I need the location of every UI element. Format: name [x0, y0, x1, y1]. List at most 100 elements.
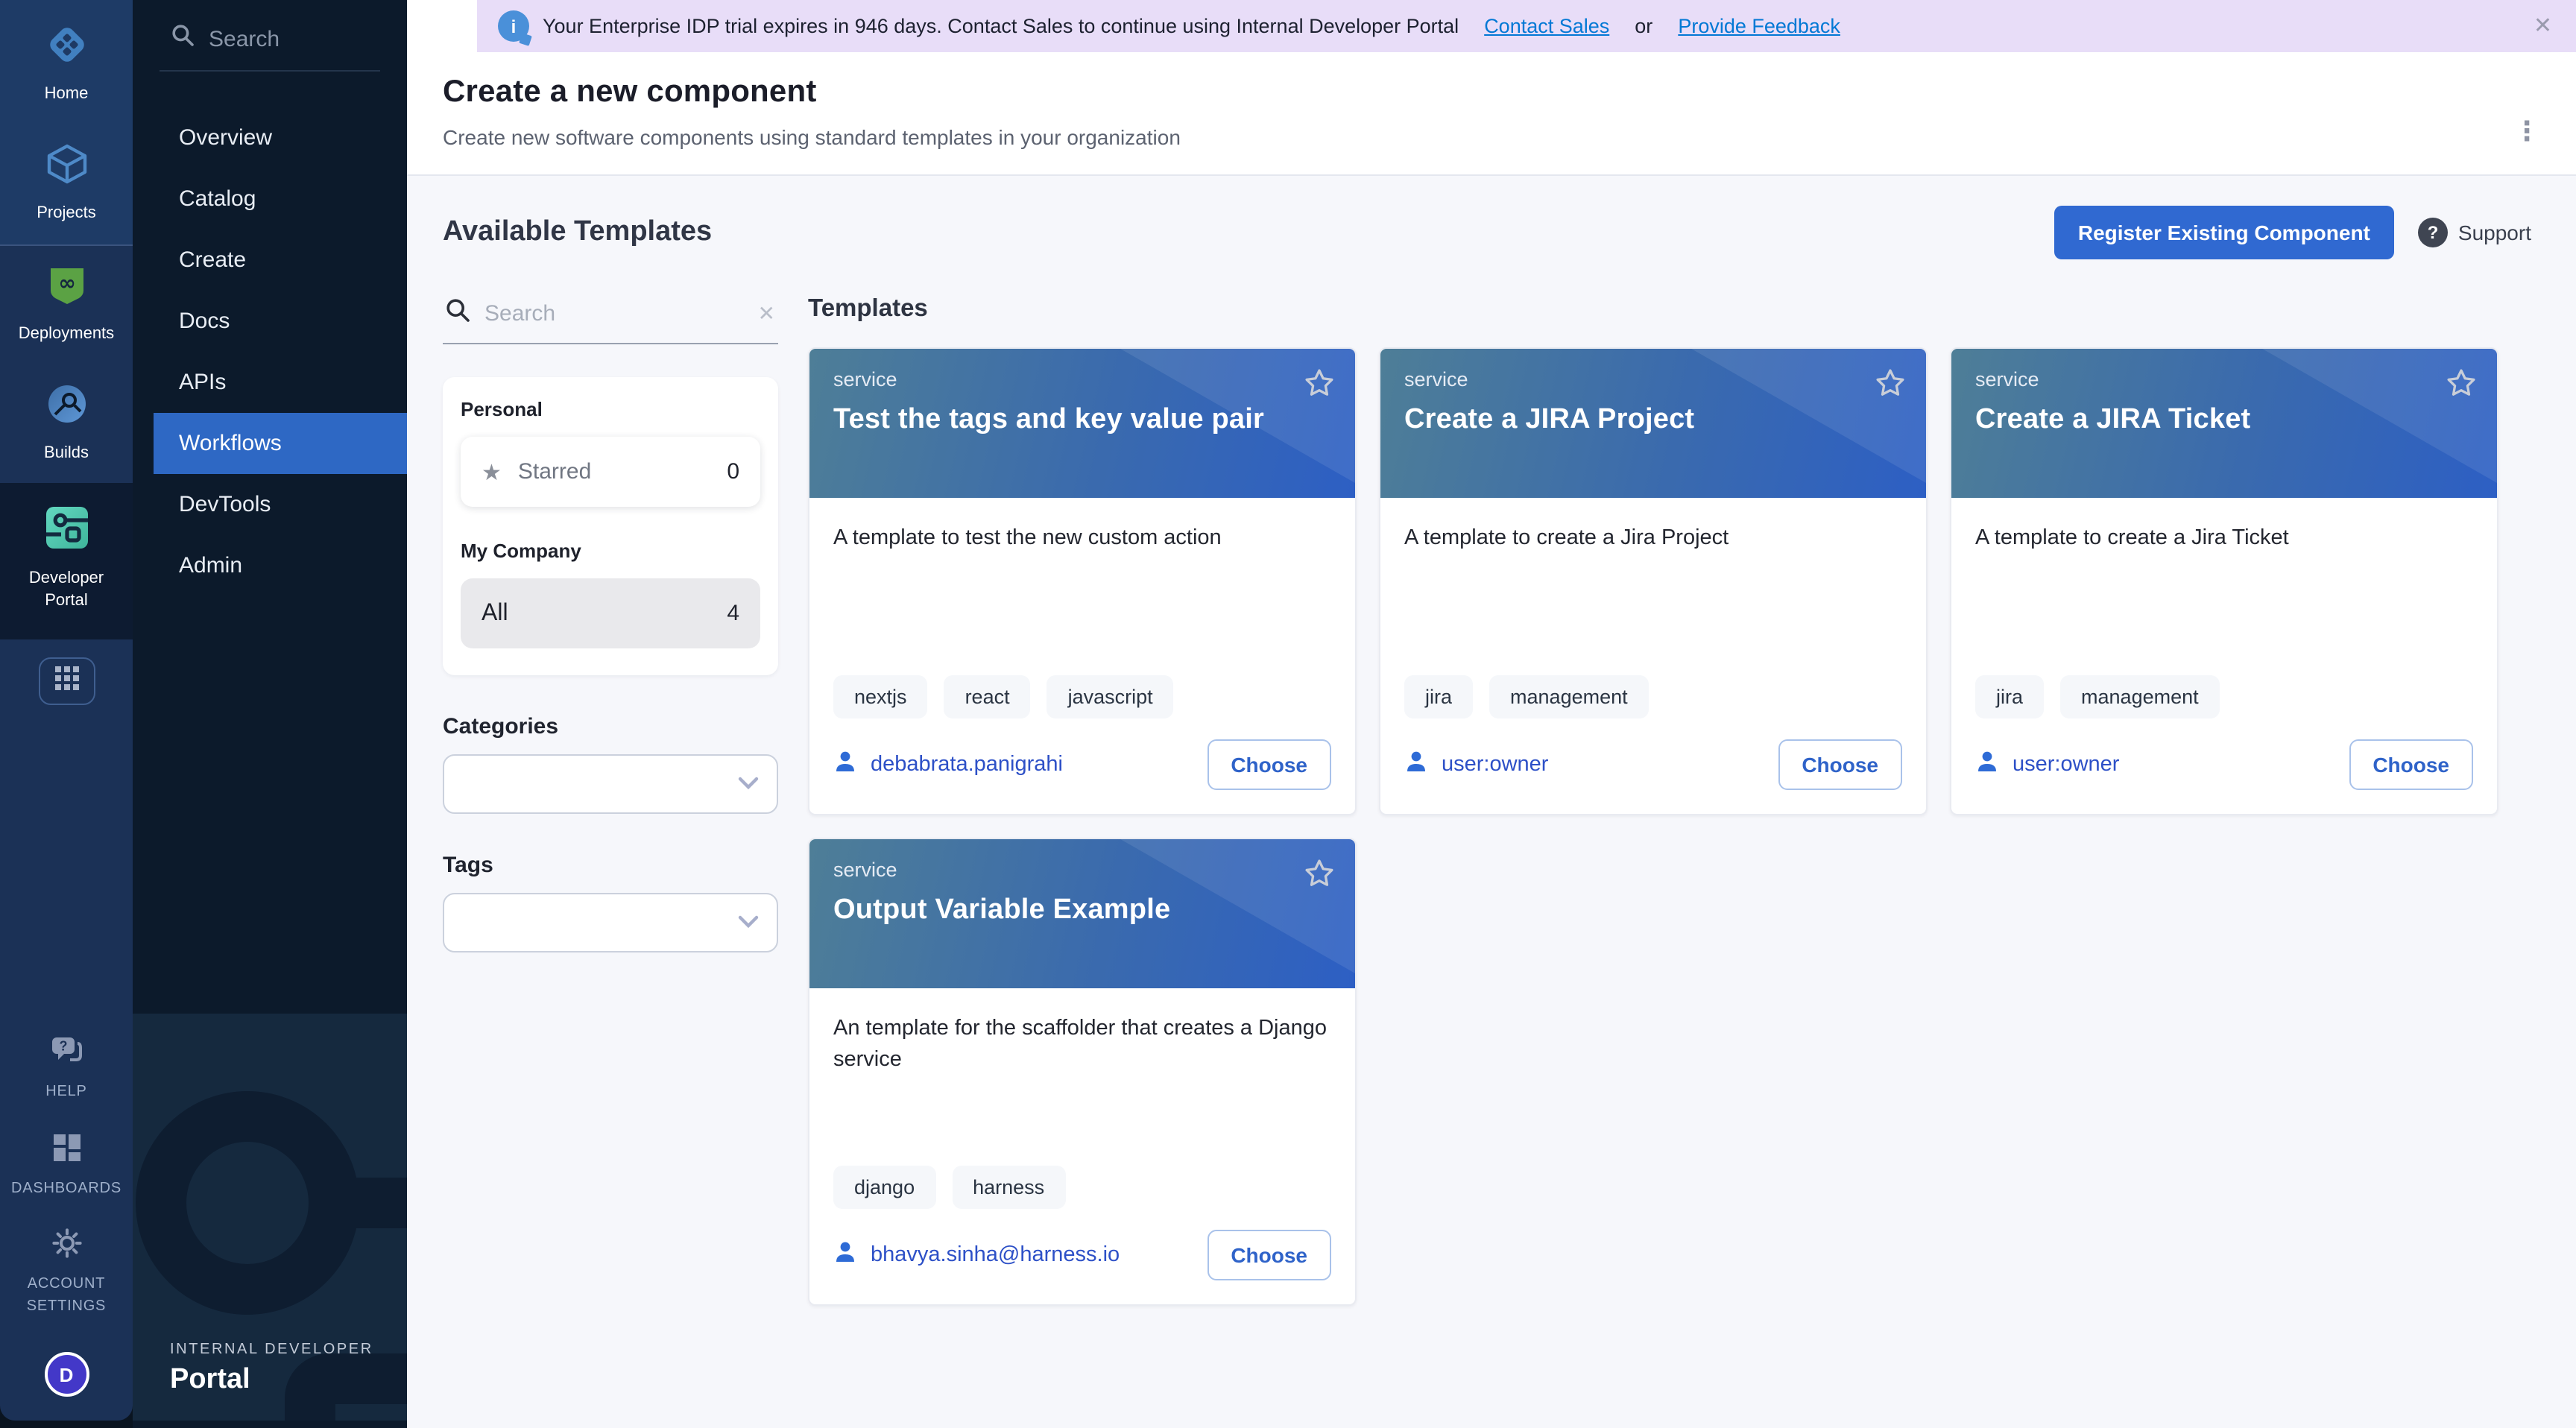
template-search-input[interactable]: Search ✕ — [443, 295, 778, 344]
trial-banner: i Your Enterprise IDP trial expires in 9… — [477, 0, 2576, 52]
page-header: Create a new component Create new softwa… — [407, 52, 2576, 174]
card-footer: bhavya.sinha@harness.io Choose — [809, 1209, 1355, 1304]
main-panel: i Your Enterprise IDP trial expires in 9… — [407, 0, 2576, 1428]
support-button[interactable]: ? Support — [2418, 218, 2531, 247]
register-existing-component-button[interactable]: Register Existing Component — [2054, 206, 2394, 259]
sidenav-item-overview[interactable]: Overview — [133, 107, 407, 168]
starred-label: Starred — [518, 459, 591, 484]
categories-label: Categories — [443, 714, 778, 739]
decorative-bar — [353, 1178, 407, 1228]
svg-text:?: ? — [59, 1039, 67, 1054]
chevron-down-icon — [738, 909, 759, 936]
divider — [160, 70, 380, 72]
rail-item-deployments[interactable]: ∞ Deployments — [0, 245, 133, 364]
sidenav-item-workflows[interactable]: Workflows — [154, 413, 407, 474]
help-button[interactable]: ? HELP — [0, 1021, 133, 1117]
clear-search-icon[interactable]: ✕ — [758, 301, 775, 326]
categories-select[interactable] — [443, 754, 778, 814]
content-toolbar: Available Templates Register Existing Co… — [443, 206, 2531, 259]
chevron-down-icon — [738, 771, 759, 797]
banner-close-icon[interactable]: ✕ — [2534, 15, 2552, 37]
card-tags: nextjs react javascript — [833, 675, 1331, 718]
card-footer: debabrata.panigrahi Choose — [809, 718, 1355, 814]
tags-select[interactable] — [443, 893, 778, 952]
rail-item-projects[interactable]: Projects — [0, 125, 133, 244]
rail-item-label: Developer Portal — [20, 569, 113, 613]
all-label: All — [482, 600, 508, 627]
provide-feedback-link[interactable]: Provide Feedback — [1678, 15, 1840, 37]
owner-link[interactable]: debabrata.panigrahi — [871, 753, 1063, 777]
kebab-menu-icon[interactable]: ⋮ — [2513, 118, 2540, 145]
account-settings-label: ACCOUNT SETTINGS — [20, 1274, 113, 1318]
sidenav-item-docs[interactable]: Docs — [133, 291, 407, 352]
tag-pill: react — [944, 675, 1031, 718]
sidenav-items: Overview Catalog Create Docs APIs Workfl… — [133, 107, 407, 596]
module-rail: Home Projects ∞ Deployments — [0, 0, 133, 1421]
star-outline-icon[interactable] — [1874, 367, 1907, 407]
help-label: HELP — [45, 1082, 86, 1104]
choose-button[interactable]: Choose — [1207, 1230, 1331, 1280]
card-header: service Test the tags and key value pair — [809, 349, 1355, 498]
tag-pill: jira — [1975, 675, 2044, 718]
gear-icon — [50, 1227, 83, 1267]
card-description: A template to create a Jira Project — [1404, 523, 1902, 555]
card-type: service — [833, 368, 1331, 391]
person-icon — [1404, 749, 1428, 780]
owner-link[interactable]: user:owner — [1442, 753, 1548, 777]
personal-label: Personal — [461, 398, 760, 420]
grid-icon — [54, 666, 78, 697]
question-mark-icon: ? — [2418, 218, 2448, 247]
toolbar-actions: Register Existing Component ? Support — [2054, 206, 2531, 259]
star-outline-icon[interactable] — [2445, 367, 2478, 407]
templates-grid: service Test the tags and key value pair… — [808, 347, 2531, 1306]
rail-item-developer-portal[interactable]: Developer Portal — [0, 484, 133, 639]
tag-pill: harness — [952, 1166, 1065, 1209]
idp-sidenav: Search Overview Catalog Create Docs APIs… — [133, 0, 407, 1428]
rail-group-top: Home Projects — [0, 0, 133, 244]
sidenav-brand: INTERNAL DEVELOPER Portal — [170, 1342, 373, 1397]
user-avatar[interactable]: D — [44, 1352, 89, 1397]
contact-sales-link[interactable]: Contact Sales — [1484, 15, 1609, 37]
person-icon — [833, 749, 857, 780]
module-grid-button[interactable] — [38, 657, 95, 705]
rail-item-label: Home — [45, 83, 89, 106]
sidenav-item-catalog[interactable]: Catalog — [133, 168, 407, 230]
banner-message: Your Enterprise IDP trial expires in 946… — [543, 15, 1459, 37]
search-icon — [171, 24, 194, 54]
star-outline-icon[interactable] — [1303, 367, 1336, 407]
support-label: Support — [2458, 221, 2531, 244]
owner-link[interactable]: user:owner — [2012, 753, 2119, 777]
choose-button[interactable]: Choose — [1207, 739, 1331, 790]
sidenav-item-create[interactable]: Create — [133, 230, 407, 291]
template-card: service Test the tags and key value pair… — [808, 347, 1357, 815]
dashboards-button[interactable]: DASHBOARDS — [0, 1117, 133, 1213]
choose-button[interactable]: Choose — [2349, 739, 2473, 790]
sidenav-item-devtools[interactable]: DevTools — [133, 474, 407, 535]
filters-panel: Search ✕ Personal ★ Starred 0 My Company — [443, 295, 778, 1306]
all-filter-row[interactable]: All 4 — [461, 578, 760, 648]
template-card: service Output Variable Example An templ… — [808, 838, 1357, 1306]
star-outline-icon[interactable] — [1303, 857, 1336, 897]
card-description: An template for the scaffolder that crea… — [833, 1014, 1331, 1076]
tag-pill: javascript — [1047, 675, 1174, 718]
starred-filter-row[interactable]: ★ Starred 0 — [461, 437, 760, 507]
sidenav-search[interactable]: Search — [133, 0, 407, 70]
sidenav-item-admin[interactable]: Admin — [133, 535, 407, 596]
rail-item-builds[interactable]: Builds — [0, 364, 133, 484]
svg-text:∞: ∞ — [57, 270, 75, 294]
template-card: service Create a JIRA Ticket A template … — [1950, 347, 2498, 815]
rail-grid-section — [0, 639, 133, 726]
brand-title: Portal — [170, 1364, 373, 1397]
rail-item-home[interactable]: Home — [0, 6, 133, 125]
card-body: A template to test the new custom action… — [809, 498, 1355, 718]
content-body: Search ✕ Personal ★ Starred 0 My Company — [443, 295, 2531, 1306]
choose-button[interactable]: Choose — [1778, 739, 1902, 790]
rail-item-label: Builds — [44, 442, 89, 464]
card-header: service Create a JIRA Project — [1380, 349, 1926, 498]
card-footer: user:owner Choose — [1951, 718, 2497, 814]
card-tags: jira management — [1975, 675, 2473, 718]
owner-link[interactable]: bhavya.sinha@harness.io — [871, 1243, 1120, 1267]
sidenav-item-apis[interactable]: APIs — [133, 352, 407, 413]
card-description: A template to create a Jira Ticket — [1975, 523, 2473, 555]
account-settings-button[interactable]: ACCOUNT SETTINGS — [0, 1213, 133, 1331]
